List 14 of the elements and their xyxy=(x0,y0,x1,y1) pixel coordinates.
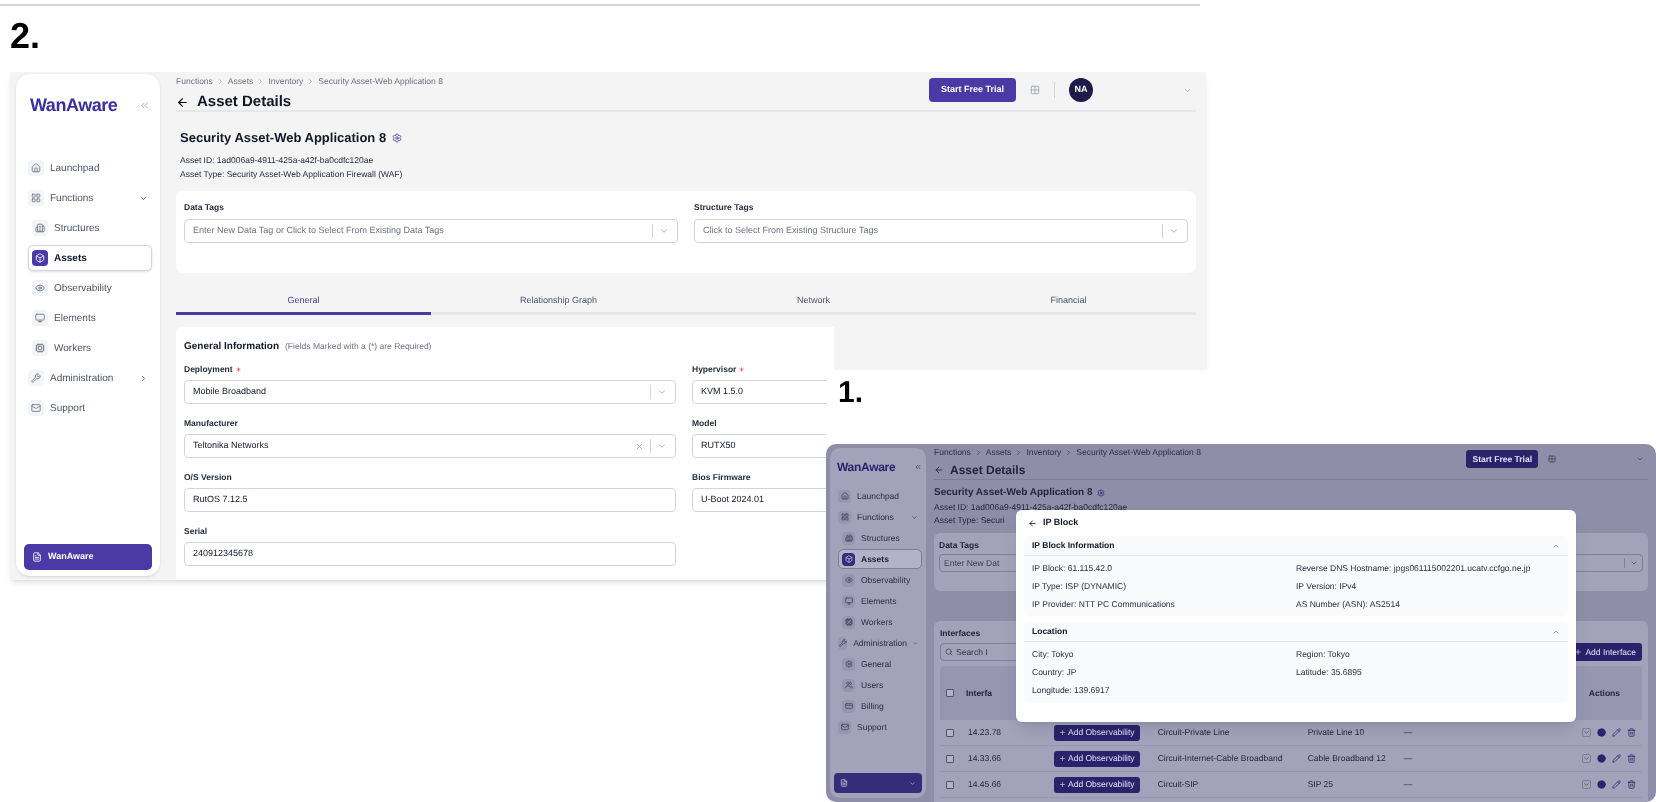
expand-icon[interactable] xyxy=(1582,728,1591,738)
checkbox[interactable] xyxy=(946,780,954,789)
figure-number: 2. xyxy=(10,14,41,60)
circle-icon[interactable] xyxy=(1597,780,1606,790)
expand-icon[interactable] xyxy=(1582,780,1591,790)
checkbox[interactable] xyxy=(946,754,954,763)
circle-icon[interactable] xyxy=(1597,754,1606,764)
workspace-button[interactable] xyxy=(834,773,922,793)
expand-icon[interactable] xyxy=(1582,754,1591,764)
logo: WanAware xyxy=(30,93,118,119)
checkbox[interactable] xyxy=(946,689,954,698)
checkbox[interactable] xyxy=(946,728,954,737)
figure-number: 1. xyxy=(838,374,864,414)
circle-icon[interactable] xyxy=(1597,728,1606,738)
